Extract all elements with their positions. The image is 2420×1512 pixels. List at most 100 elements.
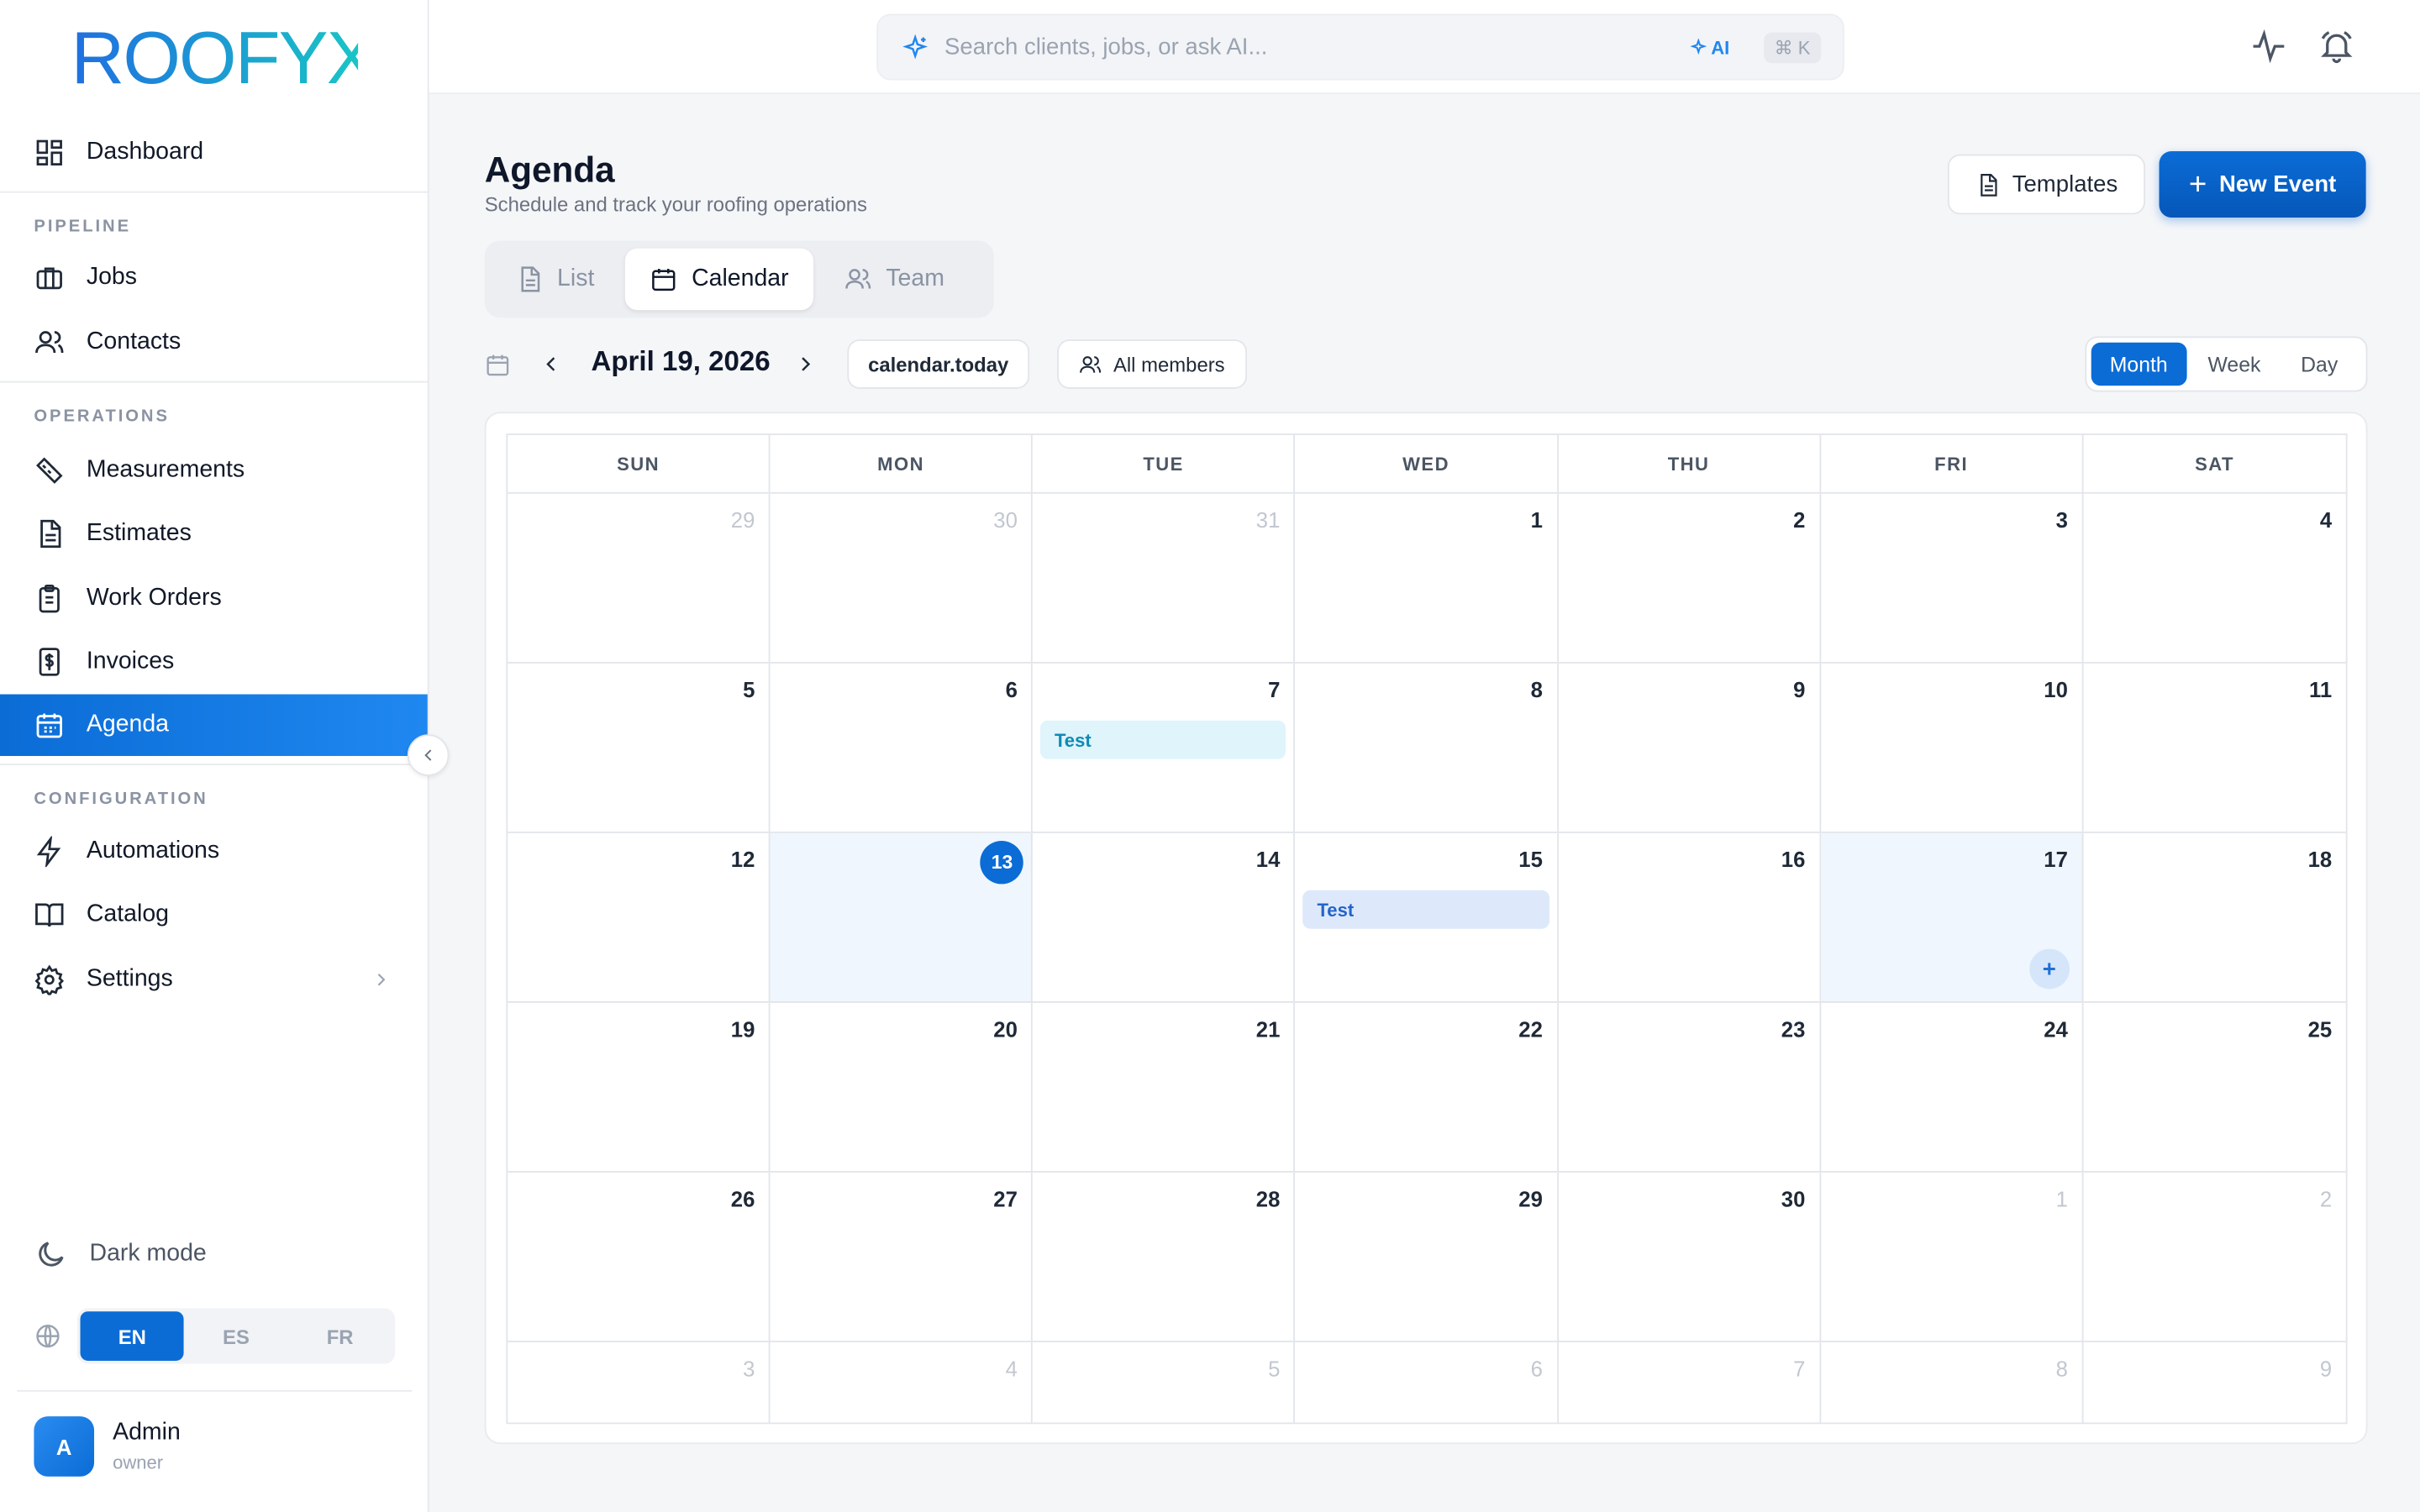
day-cell[interactable]: 16: [1558, 832, 1821, 1002]
today-button[interactable]: calendar.today: [847, 339, 1030, 389]
chevron-left-icon[interactable]: [539, 352, 563, 376]
day-cell[interactable]: 8: [1821, 1341, 2084, 1423]
day-cell[interactable]: 8: [1296, 663, 1559, 832]
day-cell[interactable]: 31: [1033, 493, 1296, 662]
day-cell[interactable]: 29: [1296, 1172, 1559, 1341]
day-cell[interactable]: 25: [2083, 1003, 2345, 1171]
date-number: 30: [1781, 1186, 1806, 1211]
date-number: 2: [1793, 507, 1806, 533]
day-cell[interactable]: 21: [1033, 1002, 1296, 1172]
day-cell[interactable]: 18: [2083, 833, 2345, 1001]
day-cell[interactable]: 9: [2083, 1342, 2345, 1423]
day-cell[interactable]: 13: [770, 832, 1034, 1002]
day-cell[interactable]: 15 Test: [1296, 832, 1559, 1002]
day-cell[interactable]: 14: [1033, 832, 1296, 1002]
day-cell[interactable]: 2: [1558, 493, 1821, 662]
day-cell[interactable]: 30: [1558, 1172, 1821, 1341]
sidebar-item-contacts[interactable]: Contacts: [0, 312, 428, 373]
day-cell[interactable]: 2: [2083, 1173, 2345, 1341]
day-cell[interactable]: 3: [508, 1341, 771, 1423]
sidebar-item-estimates[interactable]: Estimates: [0, 503, 428, 564]
day-cell[interactable]: 5: [508, 663, 771, 832]
day-cell[interactable]: 26: [508, 1172, 771, 1341]
day-cell[interactable]: 6: [1296, 1341, 1559, 1423]
search-input[interactable]: Search clients, jobs, or ask AI...: [944, 34, 1674, 60]
mode-week-button[interactable]: Week: [2189, 343, 2279, 386]
day-cell[interactable]: 22: [1296, 1002, 1559, 1172]
activity-icon[interactable]: [2250, 28, 2287, 65]
day-cell[interactable]: 4: [2083, 494, 2345, 662]
user-profile[interactable]: A Admin owner: [34, 1416, 181, 1477]
sidebar-item-settings[interactable]: Settings: [0, 949, 428, 1011]
collapse-sidebar-button[interactable]: [407, 734, 450, 776]
day-cell[interactable]: 27: [771, 1172, 1034, 1341]
divider: [17, 1389, 413, 1392]
day-cell[interactable]: 5: [1033, 1341, 1296, 1423]
mode-day-button[interactable]: Day: [2282, 343, 2356, 386]
day-cell[interactable]: 19: [508, 1002, 771, 1172]
date-number: 29: [730, 507, 755, 533]
add-event-plus-icon[interactable]: +: [2028, 948, 2070, 990]
keyboard-shortcut: ⌘ K: [1763, 31, 1822, 63]
day-cell[interactable]: 29: [508, 493, 771, 662]
dark-mode-label: Dark mode: [89, 1240, 207, 1267]
day-cell[interactable]: 17 +: [1820, 832, 2084, 1002]
day-cell[interactable]: 30: [771, 493, 1034, 662]
date-number: 14: [1255, 847, 1281, 872]
tab-list[interactable]: List: [491, 249, 619, 310]
day-cell[interactable]: 1: [1821, 1172, 2084, 1341]
chevron-right-icon[interactable]: [793, 352, 818, 376]
sidebar-item-label: Dashboard: [86, 139, 204, 165]
users-icon: [35, 331, 64, 354]
roofyx-logo[interactable]: ROOFYX: [71, 22, 358, 92]
day-cell[interactable]: 4: [771, 1341, 1034, 1423]
day-cell[interactable]: 9: [1558, 663, 1821, 832]
day-cell[interactable]: 24: [1821, 1002, 2084, 1172]
templates-button[interactable]: Templates: [1947, 154, 2146, 215]
day-cell[interactable]: 3: [1821, 493, 2084, 662]
language-es-button[interactable]: ES: [184, 1311, 288, 1361]
calendar-picker-icon[interactable]: [485, 352, 511, 378]
day-cell[interactable]: 1: [1296, 493, 1559, 662]
day-cell[interactable]: 6: [771, 663, 1034, 832]
language-fr-button[interactable]: FR: [288, 1311, 392, 1361]
sidebar-item-automations[interactable]: Automations: [0, 821, 428, 882]
day-cell[interactable]: 12: [508, 832, 771, 1002]
day-cell[interactable]: 7: [1558, 1341, 1821, 1423]
mode-month-button[interactable]: Month: [2091, 342, 2186, 386]
gear-icon: [34, 964, 65, 995]
user-name: Admin: [113, 1419, 181, 1446]
tab-team[interactable]: Team: [819, 249, 969, 310]
date-number: 7: [1793, 1356, 1806, 1381]
search-bar[interactable]: Search clients, jobs, or ask AI... AI ⌘ …: [876, 13, 1844, 81]
sidebar-item-agenda[interactable]: Agenda: [0, 694, 428, 756]
sidebar-item-work-orders[interactable]: Work Orders: [0, 568, 428, 629]
day-cell[interactable]: 23: [1558, 1002, 1821, 1172]
sidebar-item-invoices[interactable]: Invoices: [0, 631, 428, 692]
sidebar-item-measurements[interactable]: Measurements: [0, 439, 428, 501]
sidebar-item-catalog[interactable]: Catalog: [0, 884, 428, 945]
day-cell[interactable]: 11: [2083, 664, 2345, 832]
event-chip[interactable]: Test: [1040, 720, 1286, 759]
day-cell[interactable]: 20: [771, 1002, 1034, 1172]
sidebar-item-dashboard[interactable]: Dashboard: [0, 122, 428, 183]
day-cell[interactable]: 28: [1033, 1172, 1296, 1341]
dark-mode-toggle[interactable]: Dark mode: [34, 1237, 207, 1271]
day-cell[interactable]: 7 Test: [1033, 663, 1296, 832]
date-number: 20: [993, 1016, 1018, 1042]
day-cell[interactable]: 10: [1821, 663, 2084, 832]
divider: [0, 191, 428, 193]
clipboard-icon: [39, 584, 60, 613]
bell-icon[interactable]: [2318, 28, 2355, 65]
language-en-button[interactable]: EN: [80, 1311, 185, 1361]
sidebar-item-label: Contacts: [86, 328, 182, 355]
members-filter[interactable]: All members: [1057, 339, 1248, 389]
new-event-button[interactable]: + New Event: [2159, 150, 2366, 218]
tab-calendar[interactable]: Calendar: [625, 248, 813, 311]
sidebar-item-jobs[interactable]: Jobs: [0, 247, 428, 308]
week-row: 19 20 21 22 23 24 25: [508, 1002, 2346, 1173]
event-chip[interactable]: Test: [1302, 890, 1549, 929]
ai-badge[interactable]: AI: [1689, 36, 1729, 58]
date-number: 4: [1005, 1356, 1018, 1381]
calendar-icon: [652, 269, 676, 291]
